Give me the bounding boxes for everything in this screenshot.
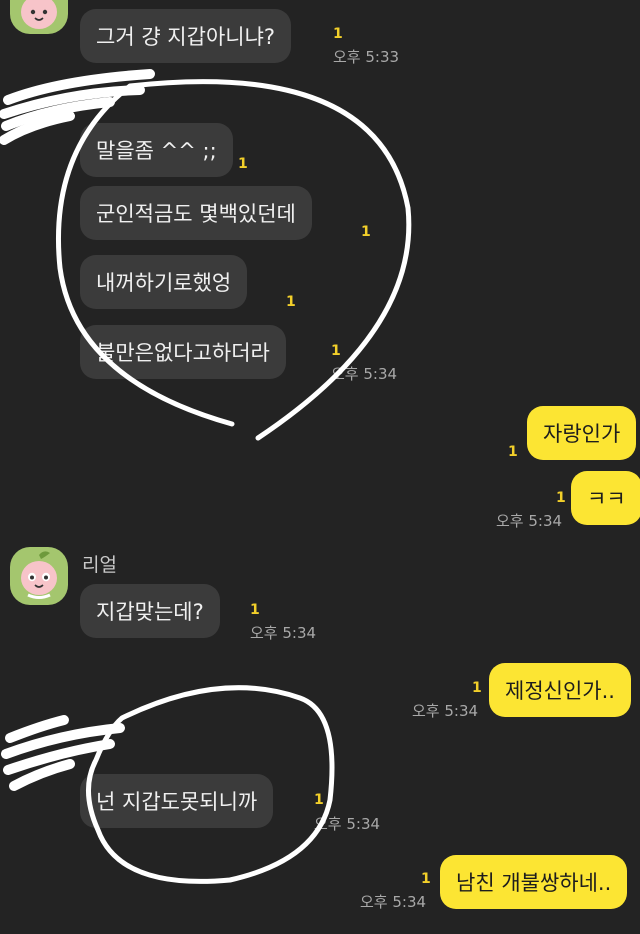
unread-count: 1	[508, 444, 518, 460]
message-time: 오후 5:34	[496, 512, 563, 530]
message-bubble[interactable]: 지갑맞는데?	[80, 584, 220, 638]
unread-count: 1	[238, 156, 248, 172]
message-text: 넌 지갑도못되니까	[96, 790, 258, 814]
message-time: 오후 5:34	[360, 893, 427, 911]
message-text: 자랑인가	[543, 422, 621, 446]
message-time: 오후 5:34	[250, 624, 317, 642]
unread-count: 1	[333, 26, 343, 42]
message-bubble[interactable]: ㅋㅋ	[571, 471, 640, 525]
message-bubble[interactable]: 말을좀 ^^ ;;	[80, 123, 233, 177]
peach-avatar-icon	[21, 0, 57, 29]
chat-area[interactable]: 그거 걍 지갑아니냐? 1 오후 5:33 말을좀 ^^ ;; 1 군인적금도 …	[0, 0, 640, 934]
message-text: 불만은없다고하더라	[96, 341, 270, 365]
message-text: 제정신인가..	[505, 679, 615, 703]
message-time: 오후 5:34	[412, 702, 479, 720]
unread-count: 1	[421, 871, 431, 887]
message-text: 군인적금도 몇백있던데	[96, 202, 296, 226]
unread-count: 1	[314, 792, 324, 808]
message-text: 지갑맞는데?	[96, 600, 204, 624]
message-time: 오후 5:34	[331, 365, 398, 383]
message-text: 그거 걍 지갑아니냐?	[96, 25, 276, 49]
unread-count: 1	[250, 602, 260, 618]
message-bubble[interactable]: 불만은없다고하더라	[80, 325, 286, 379]
message-bubble[interactable]: 남친 개불쌍하네..	[440, 855, 628, 909]
message-time: 오후 5:33	[333, 48, 400, 66]
unread-count: 1	[331, 343, 341, 359]
sender-avatar[interactable]	[10, 547, 68, 605]
message-bubble[interactable]: 넌 지갑도못되니까	[80, 774, 274, 828]
message-text: 내꺼하기로했엉	[96, 271, 232, 295]
message-bubble[interactable]: 군인적금도 몇백있던데	[80, 186, 312, 240]
message-bubble[interactable]: 자랑인가	[527, 406, 637, 460]
sender-avatar[interactable]	[10, 0, 68, 34]
peach-avatar-icon	[21, 551, 57, 599]
unread-count: 1	[556, 490, 566, 506]
unread-count: 1	[472, 680, 482, 696]
message-bubble[interactable]: 그거 걍 지갑아니냐?	[80, 9, 292, 63]
sender-name: 리얼	[82, 554, 117, 576]
message-text: 남친 개불쌍하네..	[456, 871, 612, 895]
message-text: ㅋㅋ	[587, 487, 626, 511]
message-bubble[interactable]: 제정신인가..	[489, 663, 631, 717]
unread-count: 1	[361, 224, 371, 240]
unread-count: 1	[286, 294, 296, 310]
message-time: 오후 5:34	[314, 815, 381, 833]
message-bubble[interactable]: 내꺼하기로했엉	[80, 255, 248, 309]
message-text: 말을좀 ^^ ;;	[96, 139, 217, 163]
